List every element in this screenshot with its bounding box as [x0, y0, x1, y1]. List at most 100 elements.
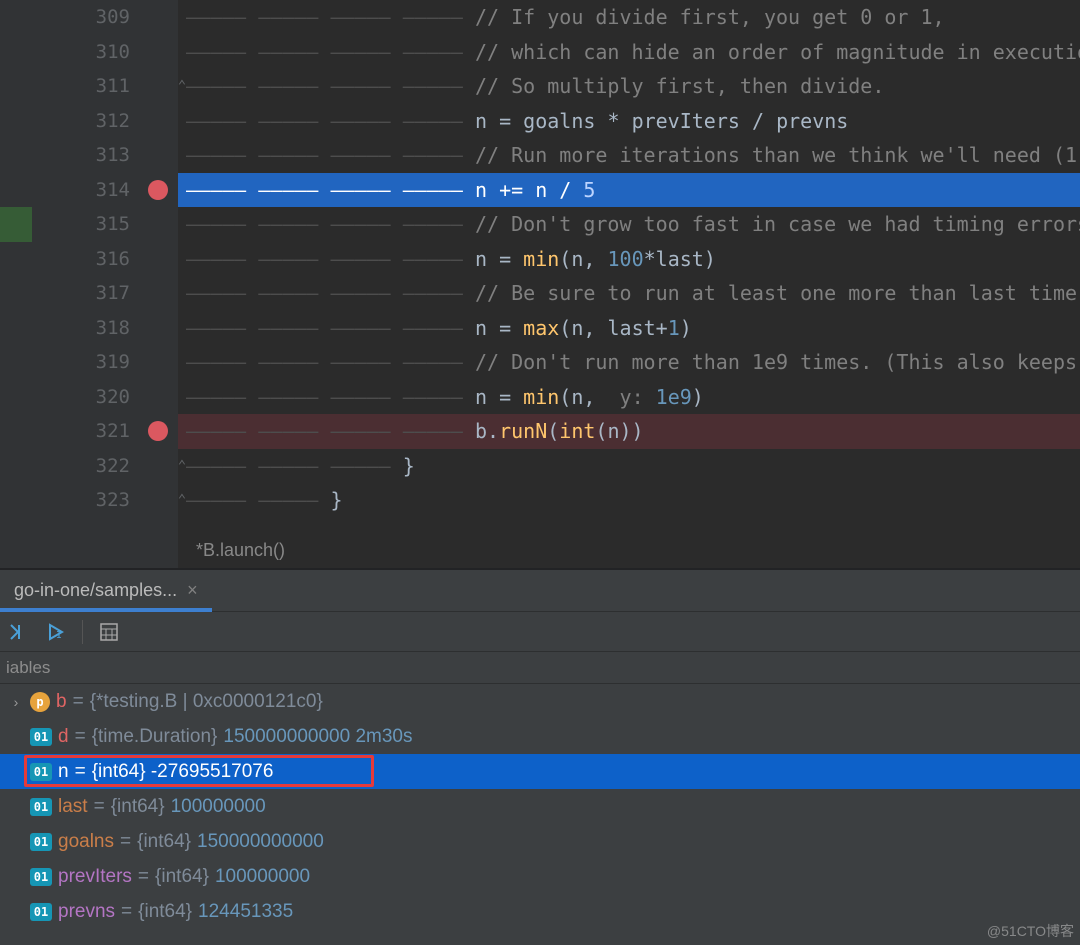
close-icon[interactable]: ×	[187, 580, 198, 601]
gutter[interactable]: 309310311⌃312313314315316317318319320321…	[0, 0, 178, 568]
code-area[interactable]: ————— ————— ————— ————— // If you divide…	[178, 0, 1080, 568]
code-token: n	[475, 178, 499, 202]
variable-eq: =	[121, 901, 132, 923]
variable-value: {int64}	[111, 796, 165, 818]
variable-row[interactable]: 01 prevns = {int64} 124451335	[0, 894, 1080, 929]
code-token: 1e9	[656, 385, 692, 409]
breakpoint-icon[interactable]	[148, 180, 168, 200]
code-token: n	[475, 247, 499, 271]
variable-eq: =	[73, 691, 84, 713]
variable-value: {int64}	[138, 901, 192, 923]
gutter-line[interactable]: 316	[0, 242, 178, 277]
gutter-line[interactable]: 322⌃	[0, 449, 178, 484]
expand-icon[interactable]: ›	[8, 694, 24, 710]
code-token: =	[499, 316, 523, 340]
code-token: n	[535, 178, 559, 202]
code-token: 100	[607, 247, 643, 271]
variable-eq: =	[138, 866, 149, 888]
indent-guide: ————— ————— ————— —————	[186, 74, 475, 98]
watermark: @51CTO博客	[987, 921, 1074, 941]
code-token: y:	[607, 385, 655, 409]
indent-guide: ————— ————— ————— —————	[186, 143, 475, 167]
code-token: n	[475, 385, 499, 409]
breakpoint-icon[interactable]	[148, 421, 168, 441]
variable-row[interactable]: ›p b = {*testing.B | 0xc0000121c0}	[0, 684, 1080, 719]
code-token: n	[475, 316, 499, 340]
code-line[interactable]: ————— ————— ————— ————— // Don't grow to…	[178, 207, 1080, 242]
code-line[interactable]: ————— ————— ————— ————— n += n / 5	[178, 173, 1080, 208]
variable-value: 150000000000	[197, 831, 324, 853]
code-line[interactable]: ————— ————— ————— ————— // which can hid…	[178, 35, 1080, 70]
code-line[interactable]: ————— ————— ————— ————— n = goalns * pre…	[178, 104, 1080, 139]
code-token: b	[475, 419, 487, 443]
variable-row[interactable]: 01 prevIters = {int64} 100000000	[0, 859, 1080, 894]
debug-tab-label: go-in-one/samples...	[14, 580, 177, 601]
svg-text:I: I	[56, 630, 62, 641]
indent-guide: ————— ————— ————— —————	[186, 350, 475, 374]
code-line[interactable]: ————— ————— }	[178, 483, 1080, 518]
gutter-line[interactable]: 318	[0, 311, 178, 346]
gutter-line[interactable]: 315	[0, 207, 178, 242]
variable-value: {time.Duration}	[92, 726, 218, 748]
gutter-line[interactable]: 311⌃	[0, 69, 178, 104]
variable-row[interactable]: 01 d = {time.Duration} 150000000000 2m30…	[0, 719, 1080, 754]
code-line[interactable]: ————— ————— ————— ————— // Run more iter…	[178, 138, 1080, 173]
variable-name: goalns	[58, 831, 114, 853]
code-token: )	[692, 385, 704, 409]
step-into-icon[interactable]	[6, 620, 30, 644]
variable-row[interactable]: 01 last = {int64} 100000000	[0, 789, 1080, 824]
variable-value: {int64} -27695517076	[92, 761, 274, 783]
code-token: last	[607, 316, 655, 340]
debug-tab[interactable]: go-in-one/samples... ×	[0, 570, 212, 611]
toolbar-separator	[82, 620, 83, 644]
gutter-line[interactable]: 314	[0, 173, 178, 208]
variable-eq: =	[75, 761, 86, 783]
debug-tab-bar: go-in-one/samples... ×	[0, 570, 1080, 612]
code-line[interactable]: ————— ————— ————— ————— // Be sure to ru…	[178, 276, 1080, 311]
code-token: n	[571, 247, 583, 271]
gutter-line[interactable]: 309	[0, 0, 178, 35]
gutter-line[interactable]: 320	[0, 380, 178, 415]
change-marker	[0, 207, 32, 242]
variable-name: last	[58, 796, 88, 818]
gutter-line[interactable]: 321	[0, 414, 178, 449]
debug-panel: go-in-one/samples... × I iables ›p b = {…	[0, 568, 1080, 945]
debug-toolbar: I	[0, 612, 1080, 652]
gutter-line[interactable]: 323⌃	[0, 483, 178, 518]
gutter-line[interactable]: 310	[0, 35, 178, 70]
code-token: int	[559, 419, 595, 443]
variable-row[interactable]: 01 goalns = {int64} 150000000000	[0, 824, 1080, 859]
code-line[interactable]: ————— ————— ————— ————— // If you divide…	[178, 0, 1080, 35]
variable-eq: =	[94, 796, 105, 818]
code-token: 5	[583, 178, 595, 202]
code-token: (	[547, 419, 559, 443]
code-line[interactable]: ————— ————— ————— ————— n = min(n, y: 1e…	[178, 380, 1080, 415]
code-token: =	[499, 109, 523, 133]
indent-guide: ————— ————— ————— —————	[186, 247, 475, 271]
cursor-icon[interactable]: I	[44, 620, 68, 644]
variable-row[interactable]: 01 n = {int64} -27695517076	[0, 754, 1080, 789]
code-line[interactable]: ————— ————— ————— }	[178, 449, 1080, 484]
code-token: // Be sure to run at least one more than…	[475, 281, 1080, 305]
code-line[interactable]: ————— ————— ————— ————— n = min(n, 100*l…	[178, 242, 1080, 277]
gutter-line[interactable]: 313	[0, 138, 178, 173]
variables-list[interactable]: ›p b = {*testing.B | 0xc0000121c0}01 d =…	[0, 684, 1080, 945]
gutter-line[interactable]: 319	[0, 345, 178, 380]
code-line[interactable]: ————— ————— ————— ————— b.runN(int(n))	[178, 414, 1080, 449]
code-token: // Don't grow too fast in case we had ti…	[475, 212, 1080, 236]
code-line[interactable]: ————— ————— ————— ————— n = max(n, last+…	[178, 311, 1080, 346]
code-line[interactable]: ————— ————— ————— ————— // So multiply f…	[178, 69, 1080, 104]
code-editor[interactable]: 309310311⌃312313314315316317318319320321…	[0, 0, 1080, 568]
variable-eq: =	[75, 726, 86, 748]
code-token: prevns	[776, 109, 848, 133]
code-line[interactable]: ————— ————— ————— ————— // Don't run mor…	[178, 345, 1080, 380]
calculator-icon[interactable]	[97, 620, 121, 644]
code-token: (	[559, 247, 571, 271]
code-token: min	[523, 247, 559, 271]
indent-guide: ————— ————— ————— —————	[186, 109, 475, 133]
gutter-line[interactable]: 317	[0, 276, 178, 311]
variable-value: 150000000000 2m30s	[223, 726, 412, 748]
gutter-line[interactable]: 312	[0, 104, 178, 139]
code-token: =	[499, 247, 523, 271]
variables-header: iables	[0, 652, 1080, 684]
